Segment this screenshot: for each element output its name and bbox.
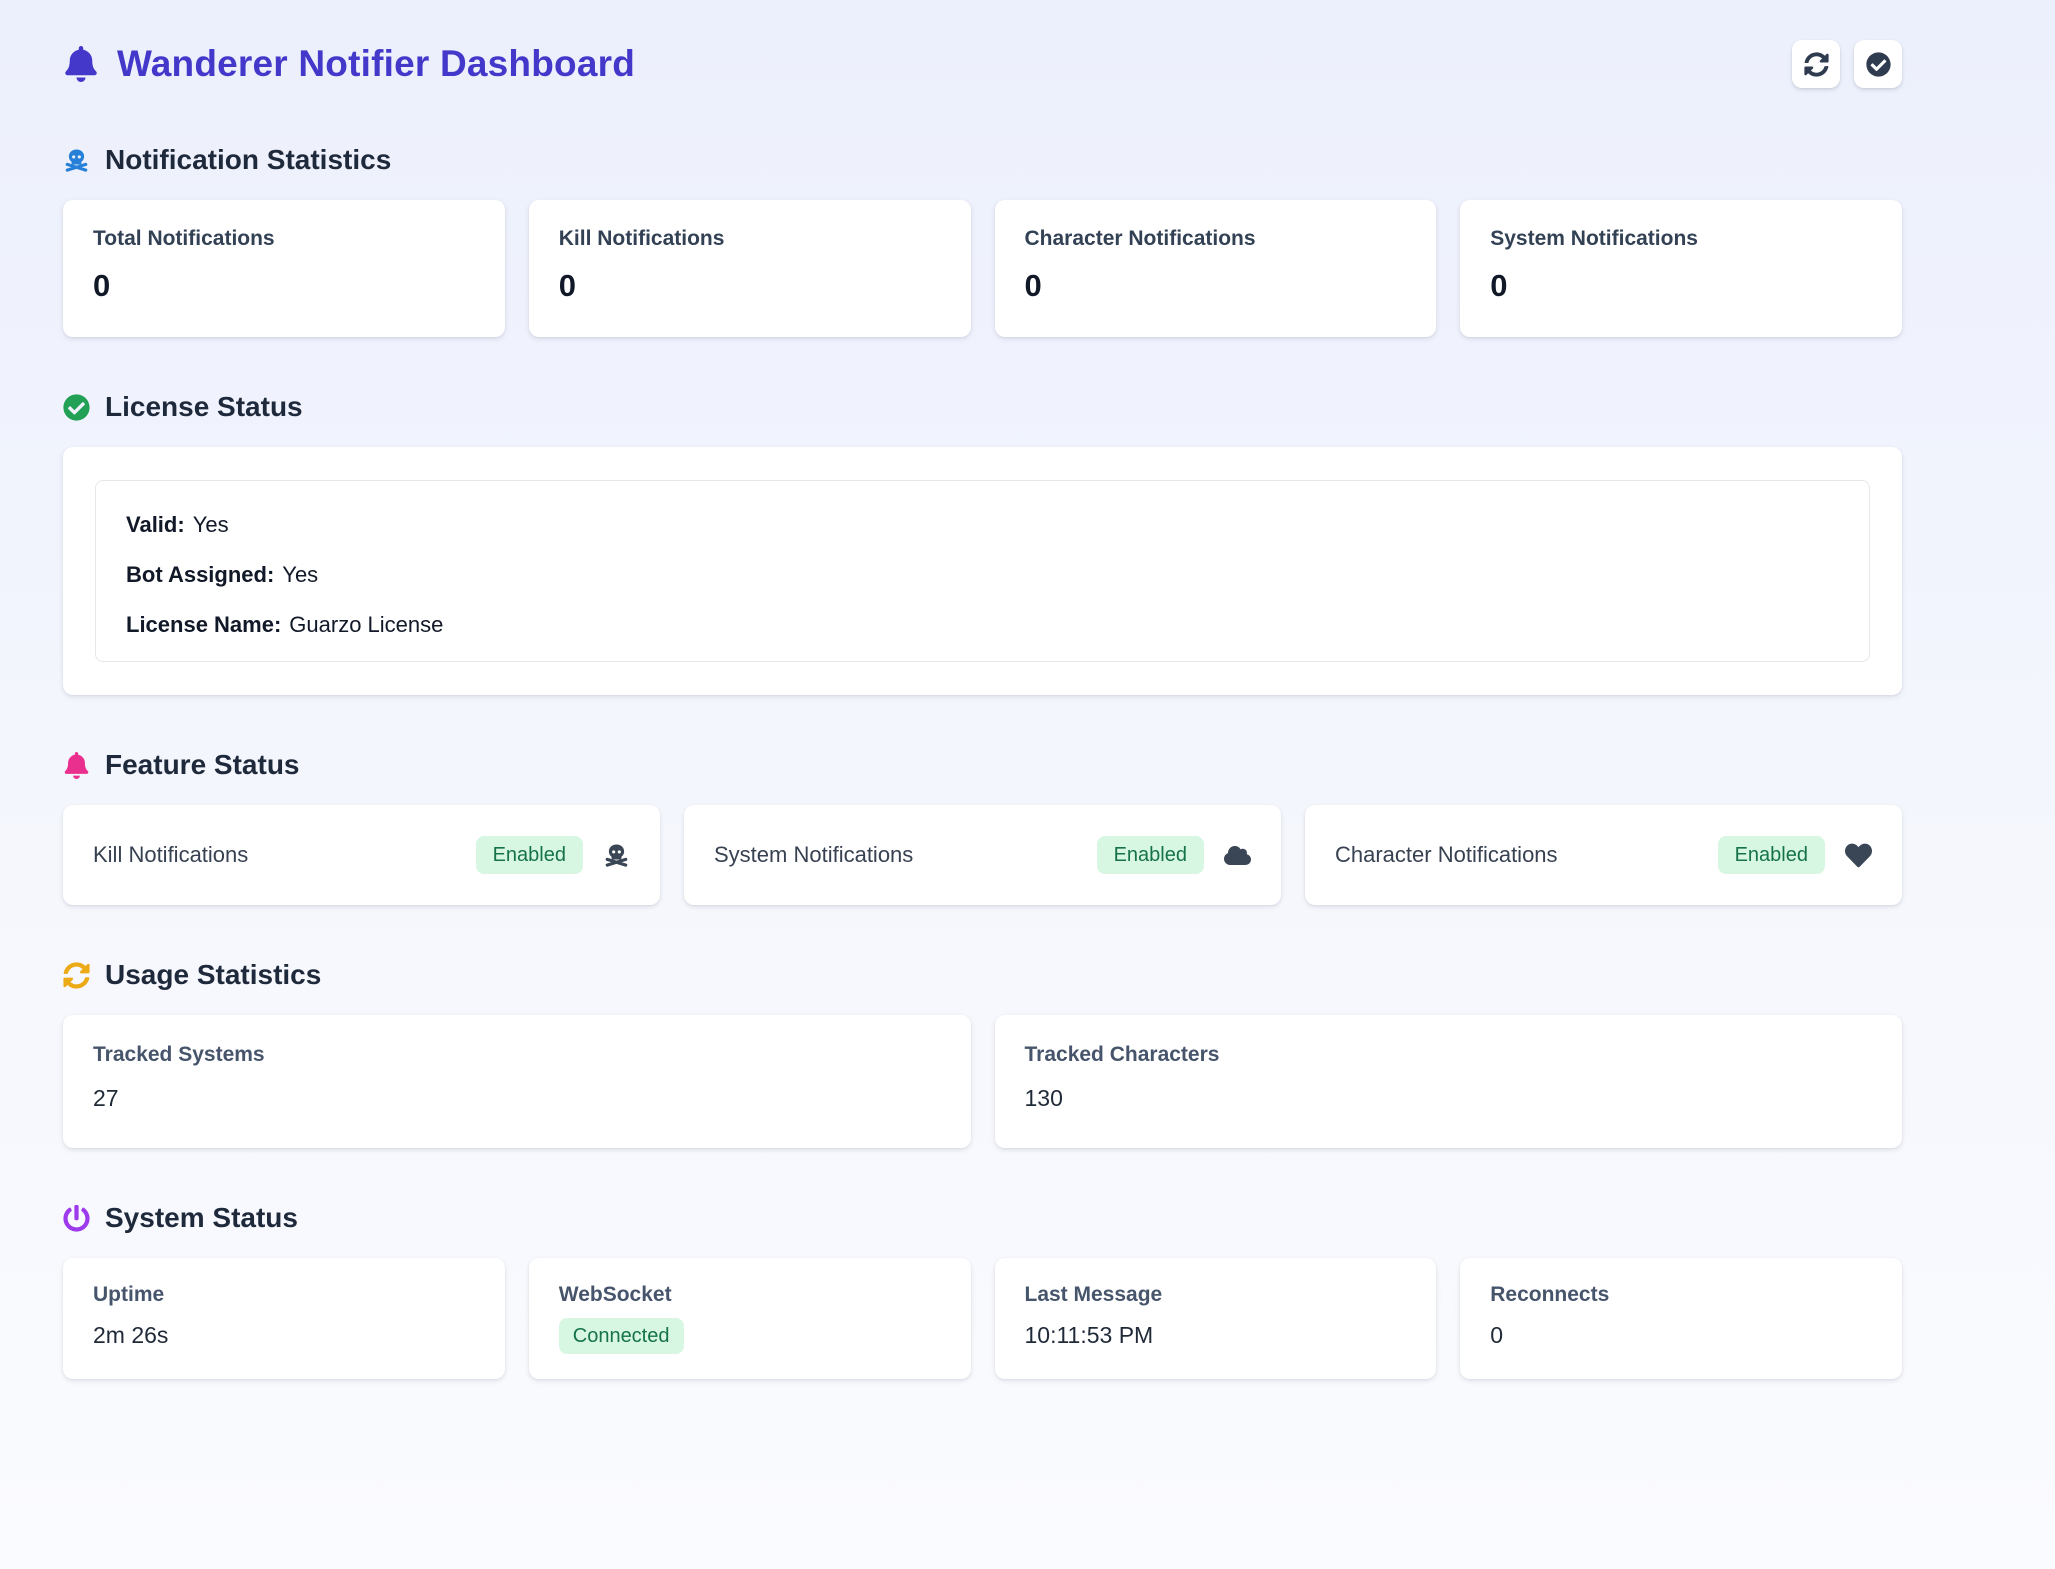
feature-label: System Notifications <box>714 842 913 868</box>
usage-card-value: 27 <box>93 1085 941 1112</box>
stat-card-character-notifications: Character Notifications 0 <box>995 200 1437 337</box>
check-circle-icon <box>63 394 90 421</box>
stat-card-label: Character Notifications <box>1025 227 1407 251</box>
cloud-icon <box>1224 842 1251 869</box>
page-title: Wanderer Notifier Dashboard <box>117 43 635 85</box>
feature-card-system-notifications: System Notifications Enabled <box>684 805 1281 905</box>
system-card-value: 0 <box>1490 1322 1872 1349</box>
feature-card-kill-notifications: Kill Notifications Enabled <box>63 805 660 905</box>
license-row-value: Guarzo License <box>289 612 443 637</box>
status-button[interactable] <box>1854 40 1902 88</box>
license-row-bot-assigned: Bot Assigned: Yes <box>126 563 1839 587</box>
stat-card-label: System Notifications <box>1490 227 1872 251</box>
license-row-valid: Valid: Yes <box>126 513 1839 537</box>
status-badge: Enabled <box>1097 836 1204 874</box>
section-title: License Status <box>105 391 303 423</box>
section-header: License Status <box>63 391 1902 423</box>
usage-card-label: Tracked Characters <box>1025 1043 1873 1067</box>
dashboard-page: Wanderer Notifier Dashboard <box>0 0 2055 1569</box>
section-usage-statistics: Usage Statistics Tracked Systems 27 Trac… <box>63 959 1902 1148</box>
license-row-license-name: License Name: Guarzo License <box>126 613 1839 637</box>
section-title: Feature Status <box>105 749 300 781</box>
usage-card-value: 130 <box>1025 1085 1873 1112</box>
feature-label: Character Notifications <box>1335 842 1558 868</box>
stat-card-system-notifications: System Notifications 0 <box>1460 200 1902 337</box>
section-header: Feature Status <box>63 749 1902 781</box>
bell-icon <box>63 46 99 82</box>
header-actions <box>1792 40 1902 88</box>
system-card-label: Uptime <box>93 1283 475 1307</box>
section-license-status: License Status Valid: Yes Bot Assigned: Ye… <box>63 391 1902 695</box>
license-row-label: Valid: <box>126 512 185 537</box>
license-row-value: Yes <box>193 512 229 537</box>
websocket-status-badge: Connected <box>559 1318 684 1354</box>
license-row-value: Yes <box>282 562 318 587</box>
section-header: Notification Statistics <box>63 144 1902 176</box>
feature-label: Kill Notifications <box>93 842 248 868</box>
refresh-button[interactable] <box>1792 40 1840 88</box>
feature-status: Enabled <box>1718 836 1872 874</box>
status-badge: Enabled <box>1718 836 1825 874</box>
stat-card-label: Kill Notifications <box>559 227 941 251</box>
heart-icon <box>1845 842 1872 869</box>
stat-card-value: 0 <box>559 268 941 304</box>
license-row-label: License Name: <box>126 612 281 637</box>
system-cards-grid: Uptime 2m 26s WebSocket Connected Last M… <box>63 1258 1902 1379</box>
system-card-last-message: Last Message 10:11:53 PM <box>995 1258 1437 1379</box>
check-circle-icon <box>1866 52 1891 77</box>
system-card-uptime: Uptime 2m 26s <box>63 1258 505 1379</box>
license-row-label: Bot Assigned: <box>126 562 274 587</box>
usage-card-tracked-systems: Tracked Systems 27 <box>63 1015 971 1148</box>
skull-crossbones-icon <box>603 842 630 869</box>
license-details-box: Valid: Yes Bot Assigned: Yes License Name:… <box>95 480 1870 662</box>
stat-card-kill-notifications: Kill Notifications 0 <box>529 200 971 337</box>
section-header: System Status <box>63 1202 1902 1234</box>
system-card-label: Last Message <box>1025 1283 1407 1307</box>
section-title: System Status <box>105 1202 298 1234</box>
section-header: Usage Statistics <box>63 959 1902 991</box>
system-card-label: Reconnects <box>1490 1283 1872 1307</box>
section-feature-status: Feature Status Kill Notifications Enable… <box>63 749 1902 905</box>
license-card: Valid: Yes Bot Assigned: Yes License Name:… <box>63 447 1902 695</box>
refresh-icon <box>1804 52 1829 77</box>
feature-status: Enabled <box>476 836 630 874</box>
system-card-websocket: WebSocket Connected <box>529 1258 971 1379</box>
stat-card-value: 0 <box>93 268 475 304</box>
power-icon <box>63 1205 90 1232</box>
stat-card-value: 0 <box>1490 268 1872 304</box>
refresh-icon <box>63 962 90 989</box>
usage-card-label: Tracked Systems <box>93 1043 941 1067</box>
feature-cards-grid: Kill Notifications Enabled System Notifi… <box>63 805 1902 905</box>
system-card-reconnects: Reconnects 0 <box>1460 1258 1902 1379</box>
stat-card-label: Total Notifications <box>93 227 475 251</box>
app-title-wrap: Wanderer Notifier Dashboard <box>63 43 635 85</box>
system-card-value: 2m 26s <box>93 1322 475 1349</box>
feature-card-character-notifications: Character Notifications Enabled <box>1305 805 1902 905</box>
app-header: Wanderer Notifier Dashboard <box>63 40 1902 88</box>
status-badge: Enabled <box>476 836 583 874</box>
notification-stats-grid: Total Notifications 0 Kill Notifications… <box>63 200 1902 337</box>
skull-crossbones-icon <box>63 147 90 174</box>
feature-status: Enabled <box>1097 836 1251 874</box>
bell-icon <box>63 752 90 779</box>
section-title: Usage Statistics <box>105 959 321 991</box>
system-card-label: WebSocket <box>559 1283 941 1307</box>
stat-card-total-notifications: Total Notifications 0 <box>63 200 505 337</box>
stat-card-value: 0 <box>1025 268 1407 304</box>
section-notification-statistics: Notification Statistics Total Notificati… <box>63 144 1902 337</box>
system-card-value: 10:11:53 PM <box>1025 1322 1407 1349</box>
usage-cards-grid: Tracked Systems 27 Tracked Characters 13… <box>63 1015 1902 1148</box>
section-title: Notification Statistics <box>105 144 391 176</box>
section-system-status: System Status Uptime 2m 26s WebSocket Co… <box>63 1202 1902 1379</box>
usage-card-tracked-characters: Tracked Characters 130 <box>995 1015 1903 1148</box>
